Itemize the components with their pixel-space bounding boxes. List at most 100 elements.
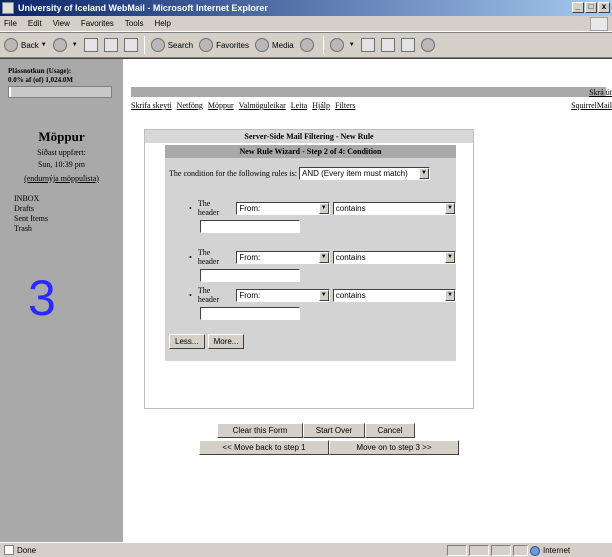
search-label: Search: [167, 40, 194, 50]
nav-addresses[interactable]: Netföng: [177, 101, 203, 110]
home-icon: [123, 38, 138, 52]
menu-bar: File Edit View Favorites Tools Help: [0, 16, 612, 32]
stop-icon: [83, 38, 98, 52]
rule-label: The header: [197, 286, 220, 304]
clear-form-button[interactable]: Clear this Form: [217, 423, 303, 438]
operator-select[interactable]: contains ▼: [332, 201, 456, 215]
back-step-button[interactable]: << Move back to step 1: [199, 440, 329, 455]
menu-help[interactable]: Help: [154, 19, 170, 28]
maximize-button[interactable]: □: [585, 2, 597, 13]
rule-wizard: New Rule Wizard - Step 2 of 4: Condition…: [165, 145, 456, 361]
history-button[interactable]: [299, 38, 317, 52]
folder-pane: Plássnotkun (Usage): 0.0% af (of) 1,024.…: [0, 59, 123, 542]
folder-drafts[interactable]: Drafts: [14, 204, 48, 214]
home-button[interactable]: [123, 38, 138, 52]
favorites-button[interactable]: Favorites: [199, 38, 249, 52]
condition-select[interactable]: AND (Every item must match) ▼: [298, 167, 430, 180]
header-select[interactable]: From: ▼: [236, 288, 330, 302]
window-controls: _ □ x: [572, 2, 610, 13]
edit-icon: [380, 38, 395, 52]
messenger-icon: [420, 38, 435, 52]
media-button[interactable]: Media: [254, 38, 294, 52]
security-zone: Internet: [530, 545, 570, 556]
stop-button[interactable]: [83, 38, 98, 52]
nav-help[interactable]: Hjálp: [312, 101, 330, 110]
back-button[interactable]: Back ▼: [4, 38, 47, 52]
header-select[interactable]: From: ▼: [236, 201, 330, 215]
nav-compose[interactable]: Skrifa skeyti: [131, 101, 172, 110]
chevron-down-icon: ▼: [418, 168, 429, 179]
forward-button[interactable]: ▼: [52, 38, 78, 52]
folder-list: INBOX Drafts Sent Items Trash: [14, 194, 48, 234]
ie-icon: [2, 2, 14, 14]
squirrelmail-link[interactable]: SquirrelMail: [571, 101, 612, 110]
operator-select[interactable]: contains ▼: [332, 288, 456, 302]
discuss-icon: [400, 38, 415, 52]
quota-label: Plássnotkun (Usage):: [8, 67, 72, 75]
toolbar-separator: [143, 36, 145, 54]
menu-tools[interactable]: Tools: [125, 19, 144, 28]
toolbar: Back ▼ ▼ Search Favorites Media ▼: [0, 32, 612, 58]
status-done: Done: [4, 545, 36, 555]
less-button[interactable]: Less...: [169, 334, 205, 349]
media-icon: [254, 38, 269, 52]
nav-filters[interactable]: Filters: [335, 101, 355, 110]
back-arrow-icon: [4, 38, 18, 52]
search-icon: [150, 38, 165, 52]
status-cell: [469, 545, 489, 556]
menu-favorites[interactable]: Favorites: [81, 19, 114, 28]
lock-icon: [513, 545, 528, 556]
nav-options[interactable]: Valmöguleikar: [239, 101, 286, 110]
wizard-title: New Rule Wizard - Step 2 of 4: Condition: [165, 145, 456, 158]
refresh-folders-link[interactable]: (endurnýja möppulista): [0, 174, 123, 183]
rule-value-input[interactable]: [200, 220, 300, 233]
operator-select[interactable]: contains ▼: [332, 250, 456, 264]
refresh-button[interactable]: [103, 38, 118, 52]
minimize-button[interactable]: _: [572, 2, 584, 13]
less-more-buttons: Less... More...: [169, 334, 245, 349]
header-select[interactable]: From: ▼: [236, 250, 330, 264]
rule-label: The header: [197, 199, 220, 217]
rule-value-input[interactable]: [200, 269, 300, 282]
windows-logo-icon: [590, 17, 608, 31]
close-button[interactable]: x: [598, 2, 610, 13]
start-over-button[interactable]: Start Over: [303, 423, 365, 438]
chevron-down-icon: ▼: [445, 251, 455, 263]
menu-edit[interactable]: Edit: [28, 19, 42, 28]
page-icon: [4, 545, 14, 555]
discuss-button[interactable]: [400, 38, 415, 52]
folder-inbox[interactable]: INBOX: [14, 194, 48, 204]
folder-sent[interactable]: Sent Items: [14, 214, 48, 224]
next-step-button[interactable]: Move on to step 3 >>: [329, 440, 459, 455]
bullet-icon: •: [189, 290, 192, 300]
folder-trash[interactable]: Trash: [14, 224, 48, 234]
mail-button[interactable]: ▼: [329, 38, 355, 52]
history-icon: [299, 38, 314, 52]
messenger-button[interactable]: [420, 38, 438, 52]
status-cell: [491, 545, 511, 556]
favorites-label: Favorites: [216, 40, 249, 50]
nav-search[interactable]: Leita: [291, 101, 307, 110]
signout-link[interactable]: Skrá út: [589, 88, 612, 97]
rule-value-input[interactable]: [200, 307, 300, 320]
nav-folders[interactable]: Möppur: [208, 101, 234, 110]
cancel-button[interactable]: Cancel: [365, 423, 415, 438]
chevron-down-icon: ▼: [318, 251, 329, 263]
step-navigation-buttons: << Move back to step 1 Move on to step 3…: [199, 440, 459, 455]
dropdown-arrow-icon: ▼: [40, 42, 47, 48]
page-content: Plássnotkun (Usage): 0.0% af (of) 1,024.…: [0, 58, 612, 542]
edit-button[interactable]: [380, 38, 395, 52]
zone-label: Internet: [543, 546, 571, 555]
status-cell: [447, 545, 467, 556]
filter-panel: Server-Side Mail Filtering - New Rule Ne…: [144, 129, 474, 455]
header-select-value: From:: [239, 203, 261, 213]
menu-view[interactable]: View: [53, 19, 70, 28]
chevron-down-icon: ▼: [318, 289, 329, 301]
print-button[interactable]: [360, 38, 375, 52]
dropdown-arrow-icon: ▼: [348, 42, 355, 48]
menu-file[interactable]: File: [4, 19, 17, 28]
search-button[interactable]: Search: [150, 38, 194, 52]
toolbar-separator: [322, 36, 324, 54]
refresh-icon: [103, 38, 118, 52]
more-button[interactable]: More...: [207, 334, 245, 349]
